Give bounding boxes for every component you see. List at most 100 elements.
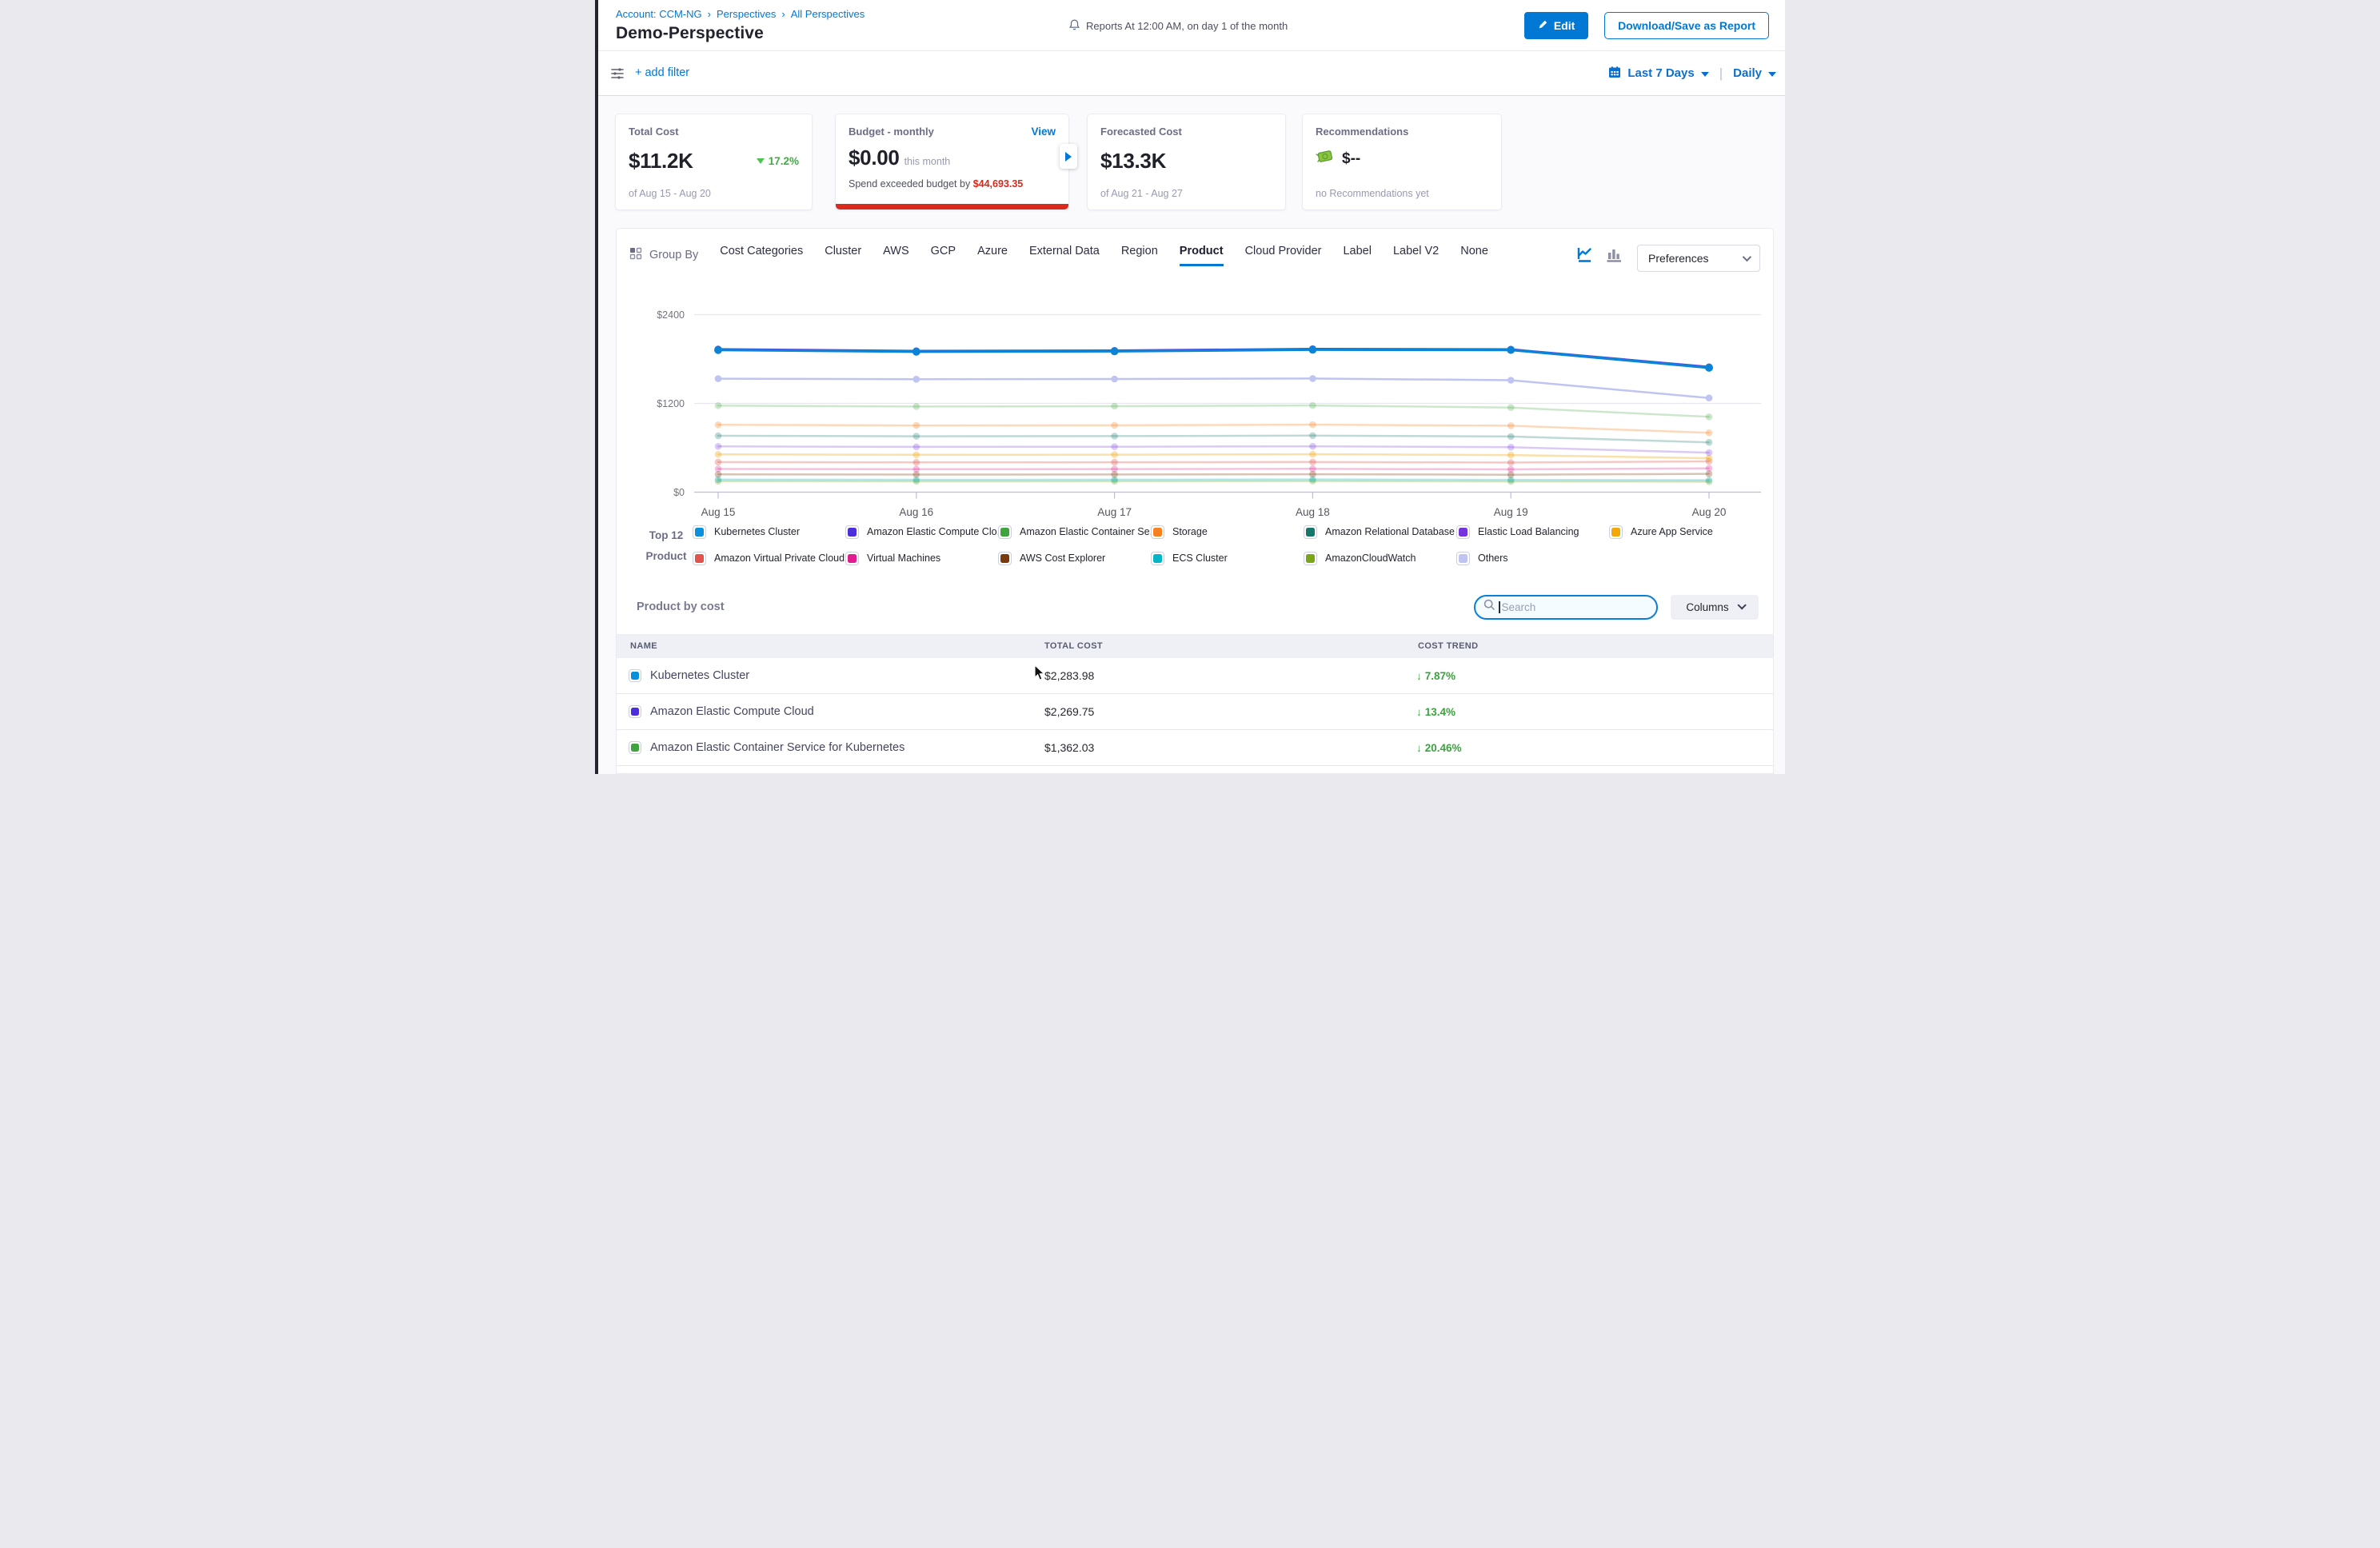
tab-aws[interactable]: AWS xyxy=(883,245,909,266)
series-line-ecs-cluster xyxy=(718,480,1709,481)
legend-label: AWS Cost Explorer xyxy=(1020,553,1105,564)
tab-azure[interactable]: Azure xyxy=(977,245,1008,266)
chart-type-toggles xyxy=(1577,246,1623,267)
column-header-name[interactable]: NAME xyxy=(630,641,1044,651)
legend-item[interactable]: ECS Cluster xyxy=(1151,549,1304,567)
legend-label: Amazon Relational Database ... xyxy=(1325,526,1466,537)
legend-item[interactable]: Amazon Virtual Private Cloud xyxy=(693,549,845,567)
tab-label-v2[interactable]: Label V2 xyxy=(1393,245,1439,266)
legend-item[interactable]: AmazonCloudWatch xyxy=(1304,549,1456,567)
date-range-selector[interactable]: Last 7 Days xyxy=(1608,66,1708,82)
legend-item[interactable]: Elastic Load Balancing xyxy=(1456,523,1609,541)
recommendations-card: Recommendations $-- no Recommendations y… xyxy=(1302,114,1502,210)
legend-item[interactable]: Amazon Elastic Container Se... xyxy=(998,523,1151,541)
data-point-amazon-virtual-private-cloud xyxy=(1309,459,1316,466)
legend-item[interactable]: AWS Cost Explorer xyxy=(998,549,1151,567)
tab-cloud-provider[interactable]: Cloud Provider xyxy=(1245,245,1322,266)
breadcrumb-link[interactable]: All Perspectives xyxy=(791,8,865,20)
legend-item[interactable]: Amazon Elastic Compute Clo... xyxy=(845,523,998,541)
line-chart-icon[interactable] xyxy=(1577,246,1595,267)
budget-view-link[interactable]: View xyxy=(1031,126,1056,138)
legend-item[interactable]: Kubernetes Cluster xyxy=(693,523,845,541)
row-total-cost: $1,362.03 xyxy=(1044,741,1416,754)
add-filter-button[interactable]: + add filter xyxy=(635,66,689,79)
preferences-dropdown[interactable]: Preferences xyxy=(1637,245,1760,272)
legend-title-line2: Product xyxy=(641,546,692,567)
data-point-storage xyxy=(1309,421,1316,429)
line-chart[interactable]: $2400$1200$0Aug 15Aug 16Aug 17Aug 18Aug … xyxy=(617,297,1775,529)
y-tick-label: $2400 xyxy=(657,309,685,321)
columns-dropdown[interactable]: Columns xyxy=(1671,595,1759,620)
budget-overrun-bar xyxy=(836,204,1068,209)
breadcrumb-link[interactable]: Perspectives xyxy=(717,8,776,20)
tab-cluster[interactable]: Cluster xyxy=(825,245,861,266)
tab-external-data[interactable]: External Data xyxy=(1029,245,1100,266)
search-placeholder: Search xyxy=(1502,601,1536,613)
tab-none[interactable]: None xyxy=(1460,245,1488,266)
legend-item[interactable]: Azure App Service xyxy=(1609,523,1762,541)
table-row[interactable]: Amazon Elastic Compute Cloud$2,269.75↓13… xyxy=(617,694,1773,730)
search-icon xyxy=(1484,599,1495,615)
recommendations-value: $-- xyxy=(1342,150,1360,168)
trend-value: 13.4% xyxy=(1425,706,1456,718)
legend-swatch xyxy=(998,525,1012,539)
legend-title: Top 12 Product xyxy=(641,525,692,567)
column-header-total-cost[interactable]: TOTAL COST xyxy=(1044,641,1418,651)
legend-label: AmazonCloudWatch xyxy=(1325,553,1416,564)
legend-item[interactable]: Storage xyxy=(1151,523,1304,541)
data-point-others xyxy=(715,375,722,382)
data-point-azure-app-service xyxy=(1111,451,1118,458)
column-header-cost-trend[interactable]: COST TREND xyxy=(1418,641,1773,651)
group-by-label: Group By xyxy=(629,247,698,263)
download-save-report-button[interactable]: Download/Save as Report xyxy=(1604,12,1769,39)
tab-label[interactable]: Label xyxy=(1343,245,1371,266)
legend-items: Kubernetes Cluster Amazon Elastic Compute… xyxy=(693,523,1762,567)
search-input[interactable]: Search xyxy=(1474,595,1658,620)
tab-cost-categories[interactable]: Cost Categories xyxy=(720,245,803,266)
table-row[interactable]: Kubernetes Cluster $2,283.98↓7.87% xyxy=(617,658,1773,694)
card-title: Total Cost xyxy=(629,126,799,138)
table-row[interactable]: Amazon Elastic Container Service for Kub… xyxy=(617,730,1773,766)
cost-trend-chart: $2400$1200$0Aug 15Aug 16Aug 17Aug 18Aug … xyxy=(617,297,1775,529)
data-point-virtual-machines xyxy=(715,465,722,473)
legend-label: Others xyxy=(1478,553,1508,564)
row-swatch xyxy=(629,741,641,754)
bar-chart-icon[interactable] xyxy=(1606,246,1623,267)
tab-product[interactable]: Product xyxy=(1180,245,1224,266)
play-right-icon xyxy=(1065,152,1072,162)
perspective-panel: Group By Cost Categories Cluster AWS GCP Azu… xyxy=(616,228,1774,774)
row-total-cost: $2,283.98 xyxy=(1044,669,1416,682)
series-line-kubernetes-cluster xyxy=(718,349,1709,368)
edit-button[interactable]: Edit xyxy=(1524,12,1588,39)
legend-item[interactable]: Virtual Machines xyxy=(845,549,998,567)
legend-swatch xyxy=(1151,525,1164,539)
row-name: Kubernetes Cluster xyxy=(650,669,749,682)
data-point-virtual-machines xyxy=(913,466,920,473)
row-name: Amazon Elastic Compute Cloud xyxy=(650,705,814,718)
tab-gcp[interactable]: GCP xyxy=(931,245,956,266)
y-tick-label: $1200 xyxy=(657,398,685,409)
trend-value: 7.87% xyxy=(1425,670,1456,682)
swatch-color xyxy=(695,528,704,537)
data-point-storage xyxy=(1111,422,1118,429)
data-point-kubernetes-cluster xyxy=(714,346,722,354)
swatch-color xyxy=(848,554,857,563)
arrow-down-icon: ↓ xyxy=(1416,670,1422,682)
legend-item[interactable]: Others xyxy=(1456,549,1609,567)
granularity-selector[interactable]: Daily xyxy=(1733,66,1776,80)
budget-card: Budget - monthly View $0.00 this month S… xyxy=(835,114,1069,210)
legend-label: Kubernetes Cluster xyxy=(714,526,800,537)
group-by-tabs: Cost Categories Cluster AWS GCP Azure Externa… xyxy=(720,245,1488,266)
arrow-down-icon: ↓ xyxy=(1416,706,1422,718)
breadcrumb-link[interactable]: Account: CCM-NG xyxy=(616,8,702,20)
card-title: Forecasted Cost xyxy=(1100,126,1272,138)
legend-swatch xyxy=(1456,552,1470,565)
filter-sliders-icon[interactable] xyxy=(610,66,625,85)
legend-item[interactable]: Amazon Relational Database ... xyxy=(1304,523,1456,541)
row-swatch xyxy=(629,705,641,718)
tab-region[interactable]: Region xyxy=(1121,245,1158,266)
triangle-down-icon xyxy=(757,158,765,164)
columns-label: Columns xyxy=(1686,601,1728,613)
budget-expand-button[interactable] xyxy=(1060,144,1077,169)
data-point-storage xyxy=(913,422,920,429)
